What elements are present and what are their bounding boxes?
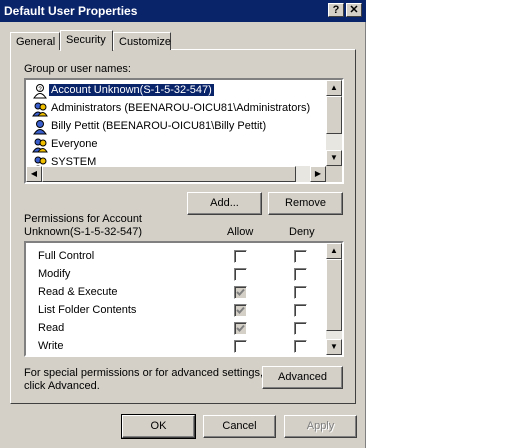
- allow-header: Allow: [227, 226, 254, 238]
- advanced-button[interactable]: Advanced: [262, 366, 343, 389]
- allow-checkbox[interactable]: [234, 250, 247, 263]
- ok-button[interactable]: OK: [121, 414, 196, 439]
- help-icon: ?: [332, 4, 340, 16]
- scroll-up-icon[interactable]: ▲: [326, 243, 342, 259]
- window-title: Default User Properties: [4, 4, 138, 18]
- deny-checkbox[interactable]: [294, 268, 307, 281]
- add-button[interactable]: Add...: [187, 192, 262, 215]
- permissions-label-line1: Permissions for Account: [24, 213, 142, 225]
- group-icon: [32, 137, 48, 153]
- allow-checkbox[interactable]: [234, 304, 247, 317]
- remove-button[interactable]: Remove: [268, 192, 343, 215]
- tab-security-label: Security: [66, 34, 106, 46]
- checkmark-icon: [236, 324, 245, 332]
- advanced-note-line1: For special permissions or for advanced …: [24, 367, 264, 379]
- permission-row: Read & Execute: [26, 283, 326, 301]
- permission-name: Full Control: [38, 250, 95, 262]
- group-user-list[interactable]: ? Account Unknown(S-1-5-32-547) Administ…: [24, 78, 344, 184]
- add-button-label: Add...: [210, 197, 239, 209]
- cancel-button-label: Cancel: [222, 420, 257, 432]
- cancel-button[interactable]: Cancel: [203, 415, 276, 438]
- deny-checkbox[interactable]: [294, 304, 307, 317]
- deny-checkbox[interactable]: [294, 340, 307, 353]
- permission-row: Modify: [26, 265, 326, 283]
- list-vertical-scrollbar[interactable]: ▲ ▼: [326, 80, 342, 166]
- group-icon: [32, 101, 48, 117]
- checkmark-icon: [236, 288, 245, 296]
- tab-general-label: General: [16, 36, 56, 48]
- list-horizontal-scrollbar[interactable]: ◀ ▶: [26, 166, 326, 182]
- advanced-note-line2: click Advanced.: [24, 380, 100, 392]
- list-item[interactable]: Everyone: [30, 136, 322, 154]
- permission-name: Read: [38, 322, 65, 334]
- allow-checkbox[interactable]: [234, 322, 247, 335]
- scroll-thumb[interactable]: [326, 96, 342, 134]
- user-name: Administrators (BEENAROU-OICU81\Administ…: [51, 102, 311, 114]
- remove-button-label: Remove: [285, 197, 326, 209]
- tab-security[interactable]: Security: [60, 30, 113, 51]
- tab-customize-label: Customize: [119, 36, 171, 48]
- deny-header: Deny: [289, 226, 315, 238]
- apply-button-label: Apply: [306, 420, 335, 432]
- allow-checkbox[interactable]: [234, 340, 247, 353]
- deny-checkbox[interactable]: [294, 250, 307, 263]
- permission-name: Modify: [38, 268, 71, 280]
- permission-name: List Folder Contents: [38, 304, 137, 316]
- scroll-left-icon[interactable]: ◀: [26, 166, 42, 182]
- list-item[interactable]: Billy Pettit (BEENAROU-OICU81\Billy Pett…: [30, 118, 322, 136]
- group-list-label: Group or user names:: [24, 63, 131, 75]
- permission-row: List Folder Contents: [26, 301, 326, 319]
- scroll-thumb[interactable]: [326, 259, 342, 331]
- permission-row: Write: [26, 337, 326, 355]
- scroll-corner: [326, 166, 342, 182]
- deny-checkbox[interactable]: [294, 286, 307, 299]
- checkmark-icon: [236, 306, 245, 314]
- user-name: Account Unknown(S-1-5-32-547): [48, 83, 215, 97]
- properties-dialog: Default User Properties ? ✕ General Secu…: [0, 0, 366, 448]
- user-name: Billy Pettit (BEENAROU-OICU81\Billy Pett…: [51, 120, 267, 132]
- list-item[interactable]: Administrators (BEENAROU-OICU81\Administ…: [30, 100, 322, 118]
- scroll-down-icon[interactable]: ▼: [326, 150, 342, 166]
- permissions-list[interactable]: Full Control Modify Read & Execute List …: [24, 241, 344, 357]
- list-item[interactable]: ? Account Unknown(S-1-5-32-547): [30, 82, 322, 100]
- ok-button-label: OK: [150, 420, 167, 432]
- scroll-up-icon[interactable]: ▲: [326, 80, 342, 96]
- permission-name: Read & Execute: [38, 286, 118, 298]
- permission-row: Read: [26, 319, 326, 337]
- deny-checkbox[interactable]: [294, 322, 307, 335]
- allow-checkbox[interactable]: [234, 268, 247, 281]
- scroll-thumb-horizontal[interactable]: [42, 166, 296, 182]
- apply-button[interactable]: Apply: [284, 415, 357, 438]
- tab-general[interactable]: General: [10, 32, 60, 50]
- help-button[interactable]: ?: [328, 3, 344, 17]
- permissions-label-line2: Unknown(S-1-5-32-547): [24, 226, 142, 238]
- close-button[interactable]: ✕: [346, 3, 362, 17]
- scroll-down-icon[interactable]: ▼: [326, 339, 342, 355]
- close-icon: ✕: [349, 4, 359, 16]
- unknown-user-icon: ?: [32, 83, 48, 99]
- scroll-right-icon[interactable]: ▶: [310, 166, 326, 182]
- title-bar[interactable]: Default User Properties ? ✕: [0, 0, 366, 22]
- tab-customize[interactable]: Customize: [113, 32, 171, 50]
- user-icon: [32, 119, 48, 135]
- permission-name: Write: [38, 340, 64, 352]
- permissions-vertical-scrollbar[interactable]: ▲ ▼: [326, 243, 342, 355]
- allow-checkbox[interactable]: [234, 286, 247, 299]
- advanced-button-label: Advanced: [278, 371, 327, 383]
- user-name: Everyone: [51, 138, 98, 150]
- permission-row: Full Control: [26, 247, 326, 265]
